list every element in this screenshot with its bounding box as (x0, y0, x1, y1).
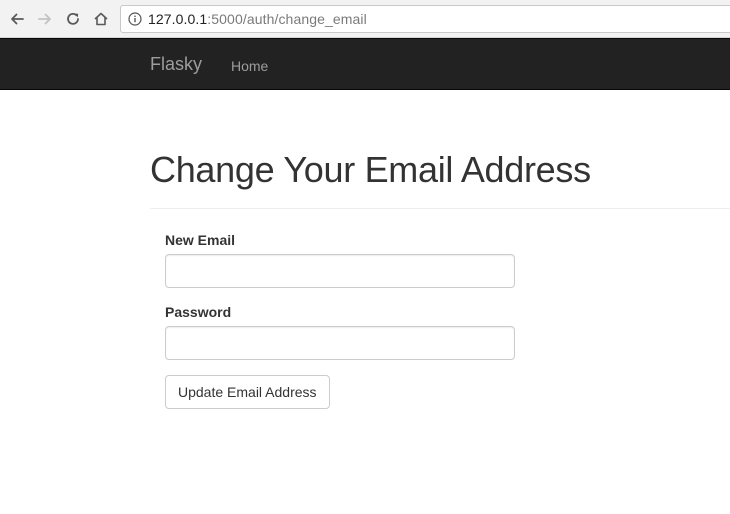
navbar: Flasky Home (0, 38, 730, 90)
new-email-label: New Email (165, 232, 236, 248)
nav-link-home[interactable]: Home (231, 56, 268, 76)
back-arrow-icon (11, 13, 24, 25)
page-header: Change Your Email Address (150, 148, 730, 209)
password-label: Password (165, 304, 232, 320)
change-email-form: New Email Password Update Email Address (165, 230, 525, 409)
address-bar[interactable]: 127.0.0.1:5000/auth/change_email (120, 5, 730, 33)
url-host: 127.0.0.1 (148, 11, 208, 27)
home-button[interactable] (91, 9, 111, 29)
reload-button[interactable] (63, 9, 83, 29)
update-email-button[interactable]: Update Email Address (165, 375, 330, 409)
page-title: Change Your Email Address (150, 149, 591, 190)
url-text: 127.0.0.1:5000/auth/change_email (148, 11, 367, 27)
forward-button[interactable] (35, 9, 55, 29)
reload-icon (67, 12, 79, 25)
home-icon (94, 12, 108, 26)
url-path: :5000/auth/change_email (207, 11, 367, 27)
info-icon[interactable] (127, 12, 142, 27)
browser-toolbar: 127.0.0.1:5000/auth/change_email (0, 0, 730, 38)
back-button[interactable] (7, 9, 27, 29)
navbar-brand[interactable]: Flasky (150, 54, 202, 74)
password-field[interactable] (165, 326, 515, 360)
new-email-field[interactable] (165, 254, 515, 288)
forward-arrow-icon (38, 13, 51, 25)
